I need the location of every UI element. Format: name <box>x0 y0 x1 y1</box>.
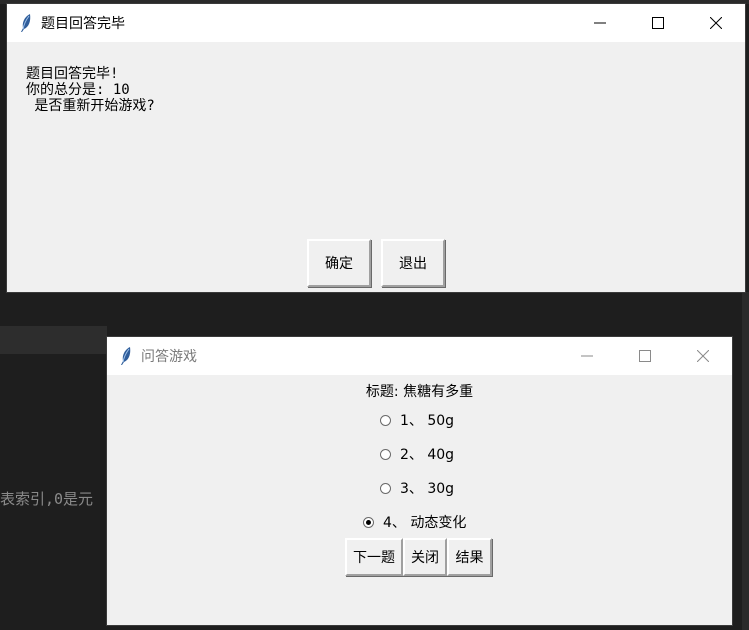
result-button[interactable]: 结果 <box>447 538 492 576</box>
minimize-icon <box>581 355 593 357</box>
option-label: 2、 40g <box>400 447 455 463</box>
ok-button[interactable]: 确定 <box>307 239 371 287</box>
window-title: 问答游戏 <box>141 349 197 365</box>
option-1[interactable]: 1、 50g <box>380 410 454 430</box>
close-icon <box>697 350 709 362</box>
option-label: 4、 动态变化 <box>383 515 467 531</box>
close-button[interactable] <box>687 4 745 42</box>
result-window: 题目回答完毕 题目回答完毕! 你的总分是: 10 是否重新开始游戏? 确定 退出 <box>7 4 745 292</box>
background-code-text: 表索引,0是元 <box>0 490 94 508</box>
message-line: 是否重新开始游戏? <box>26 98 155 114</box>
feather-icon <box>119 346 133 366</box>
feather-icon <box>19 13 33 33</box>
background-editor-bar <box>0 326 107 354</box>
exit-button[interactable]: 退出 <box>381 239 445 287</box>
minimize-icon <box>594 22 606 24</box>
option-4[interactable]: 4、 动态变化 <box>363 512 466 532</box>
option-3[interactable]: 3、 30g <box>380 478 454 498</box>
message-line: 题目回答完毕! <box>26 66 119 82</box>
quiz-window: 问答游戏 标题: 焦糖有多重 1、 50g 2、 40g 3、 30g 4、 动… <box>107 337 732 625</box>
radio-icon[interactable] <box>380 448 391 460</box>
minimize-button[interactable] <box>558 337 616 375</box>
next-question-button[interactable]: 下一题 <box>345 538 403 576</box>
close-button[interactable] <box>674 337 732 375</box>
maximize-icon <box>652 17 664 29</box>
option-label: 1、 50g <box>400 413 455 429</box>
maximize-icon <box>639 350 651 362</box>
option-label: 3、 30g <box>400 481 455 497</box>
background-right-bar <box>742 292 749 630</box>
option-2[interactable]: 2、 40g <box>380 444 454 464</box>
close-quiz-button[interactable]: 关闭 <box>403 538 447 576</box>
close-icon <box>710 17 722 29</box>
maximize-button[interactable] <box>629 4 687 42</box>
maximize-button[interactable] <box>616 337 674 375</box>
question-title: 标题: 焦糖有多重 <box>365 384 474 400</box>
result-message: 题目回答完毕! 你的总分是: 10 是否重新开始游戏? <box>26 66 155 114</box>
window-title: 题目回答完毕 <box>41 16 125 32</box>
radio-icon[interactable] <box>380 414 391 426</box>
radio-icon[interactable] <box>380 482 391 494</box>
background-gap <box>0 292 749 326</box>
quiz-window-titlebar[interactable]: 问答游戏 <box>107 337 732 375</box>
result-window-titlebar[interactable]: 题目回答完毕 <box>7 4 745 42</box>
message-line: 你的总分是: 10 <box>26 82 130 98</box>
radio-icon[interactable] <box>363 516 374 528</box>
minimize-button[interactable] <box>571 4 629 42</box>
